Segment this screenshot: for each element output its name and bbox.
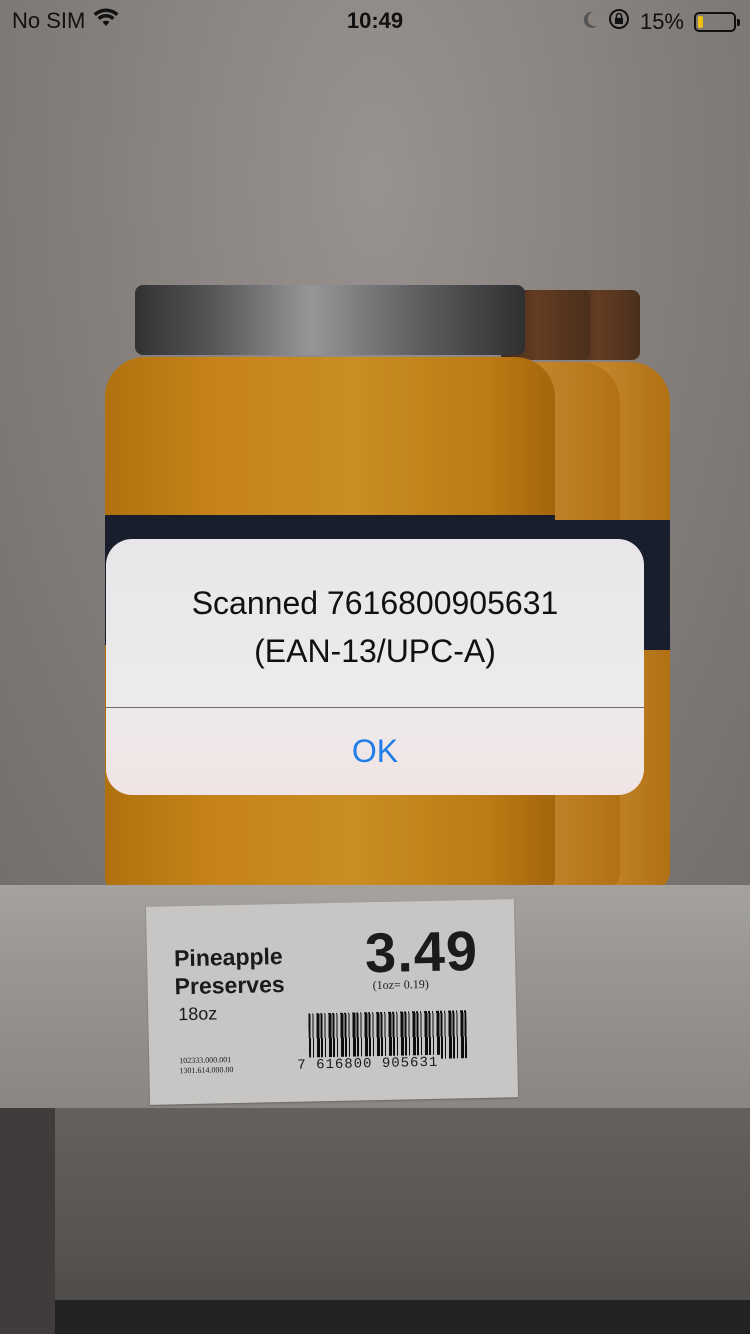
alert-message: Scanned 7616800905631 (EAN-13/UPC-A): [191, 585, 559, 669]
status-bar: No SIM 10:49 15%: [0, 0, 750, 40]
battery-percent: 15%: [639, 9, 684, 34]
battery-icon: [694, 12, 740, 32]
ok-button[interactable]: OK: [106, 708, 644, 795]
orientation-lock-icon: [608, 8, 630, 36]
moon-icon: [582, 9, 598, 35]
scan-result-alert: Scanned 7616800905631 (EAN-13/UPC-A) OK: [106, 539, 644, 795]
